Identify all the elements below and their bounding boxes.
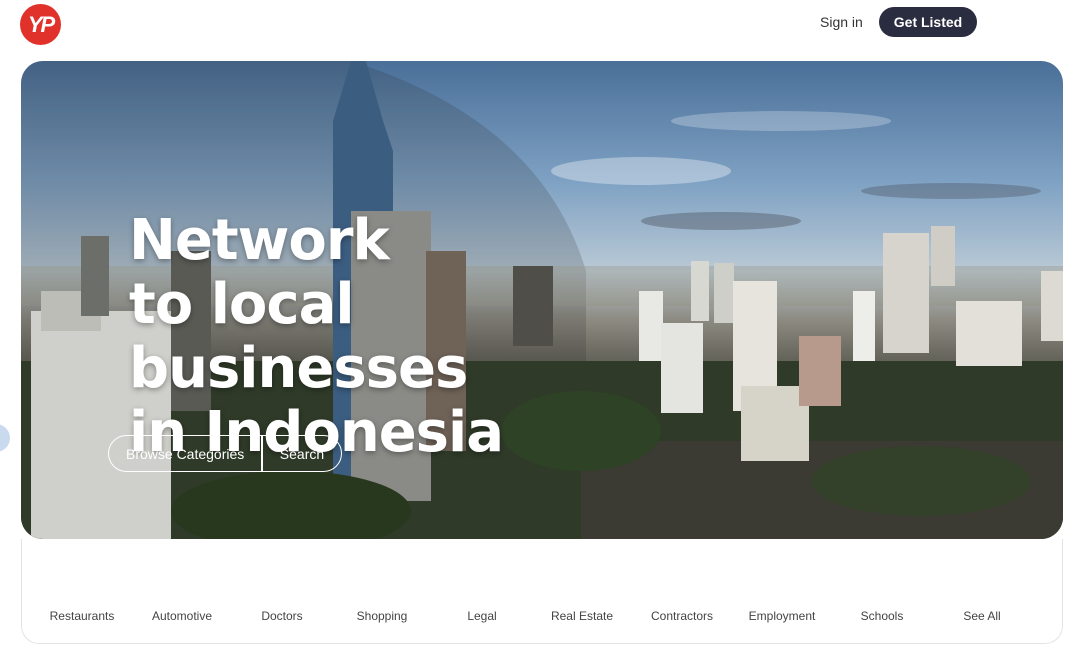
sign-in-link[interactable]: Sign in xyxy=(820,14,863,30)
get-listed-button[interactable]: Get Listed xyxy=(879,7,977,37)
side-tab[interactable] xyxy=(0,424,10,452)
category-bar: Restaurants Automotive Doctors Shopping … xyxy=(21,539,1063,644)
category-real-estate[interactable]: Real Estate xyxy=(532,609,632,623)
browse-categories-button[interactable]: Browse Categories xyxy=(109,436,261,471)
hero-headline: Network to local businesses in Indonesia xyxy=(129,209,629,465)
headline-line: businesses xyxy=(129,336,468,401)
category-shopping[interactable]: Shopping xyxy=(332,609,432,623)
yp-logo[interactable]: YP xyxy=(20,4,61,45)
category-employment[interactable]: Employment xyxy=(732,609,832,623)
category-doctors[interactable]: Doctors xyxy=(232,609,332,623)
category-contractors[interactable]: Contractors xyxy=(632,609,732,623)
category-see-all[interactable]: See All xyxy=(932,609,1032,623)
category-restaurants[interactable]: Restaurants xyxy=(32,609,132,623)
category-schools[interactable]: Schools xyxy=(832,609,932,623)
headline-line: Network xyxy=(129,208,390,273)
category-automotive[interactable]: Automotive xyxy=(132,609,232,623)
category-legal[interactable]: Legal xyxy=(432,609,532,623)
search-button[interactable]: Search xyxy=(263,436,341,471)
headline-line: to local xyxy=(129,272,355,337)
hero-cta-group: Browse Categories Search xyxy=(108,435,343,472)
